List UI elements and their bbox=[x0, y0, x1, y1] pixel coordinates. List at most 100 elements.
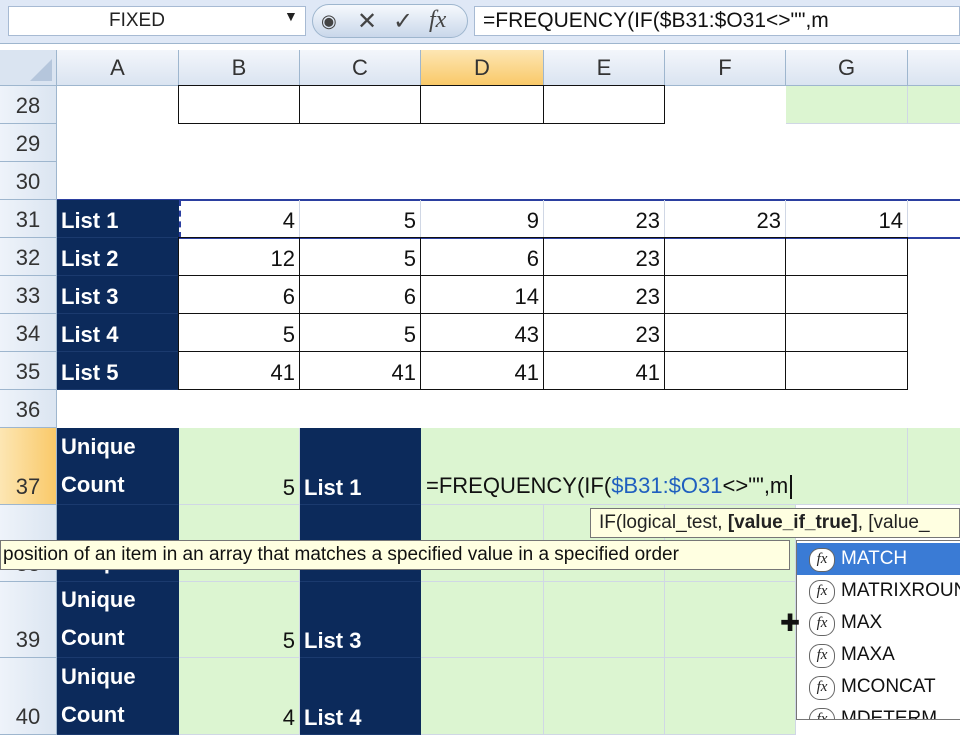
row-header-40[interactable]: 40 bbox=[0, 658, 57, 735]
autocomplete-item[interactable]: fx MDETERM bbox=[797, 703, 960, 719]
unique-count-label[interactable]: Unique Count bbox=[57, 658, 179, 735]
cell-c28[interactable] bbox=[299, 85, 421, 124]
cell-d33[interactable]: 14 bbox=[420, 275, 544, 314]
cell-c37[interactable]: List 1 bbox=[300, 428, 421, 505]
cell-d31[interactable]: 9 bbox=[421, 200, 544, 238]
edit-ref: $B31:$O31 bbox=[611, 473, 723, 498]
row-header-32[interactable]: 32 bbox=[0, 238, 57, 276]
cell-h37[interactable] bbox=[908, 428, 960, 505]
column-header-a[interactable]: A bbox=[57, 50, 179, 86]
cell-e28[interactable] bbox=[543, 85, 665, 124]
list-label-4[interactable]: List 4 bbox=[57, 314, 179, 352]
autocomplete-item[interactable]: fx MATCH bbox=[797, 543, 960, 575]
cell-d28[interactable] bbox=[420, 85, 544, 124]
cell-c34[interactable]: 5 bbox=[299, 313, 421, 352]
cell-c32[interactable]: 5 bbox=[299, 237, 421, 276]
cell-f31[interactable]: 23 bbox=[665, 200, 786, 238]
formula-input[interactable]: =FREQUENCY(IF($B31:$O31<>"",m bbox=[474, 6, 960, 36]
row-header-30[interactable]: 30 bbox=[0, 162, 57, 200]
cell-e40[interactable] bbox=[544, 658, 665, 735]
cell-b37[interactable]: 5 bbox=[179, 428, 300, 505]
cell-c39[interactable]: List 3 bbox=[300, 582, 421, 658]
enter-icon[interactable]: ✓ bbox=[393, 7, 413, 36]
row-header-29[interactable]: 29 bbox=[0, 124, 57, 162]
row-header-31[interactable]: 31 bbox=[0, 200, 57, 238]
cell-b35[interactable]: 41 bbox=[178, 351, 300, 390]
column-header-e[interactable]: E bbox=[544, 50, 665, 86]
column-header-h[interactable] bbox=[908, 50, 960, 86]
cell-b31[interactable]: 4 bbox=[179, 200, 300, 238]
row-header-35[interactable]: 35 bbox=[0, 352, 57, 390]
autocomplete-item[interactable]: fx MCONCAT bbox=[797, 671, 960, 703]
cell-d35[interactable]: 41 bbox=[420, 351, 544, 390]
cell-g31[interactable]: 14 bbox=[786, 200, 908, 238]
insert-function-icon[interactable]: fx bbox=[429, 7, 446, 34]
cell-g32[interactable] bbox=[785, 237, 908, 276]
column-header-d[interactable]: D bbox=[421, 50, 544, 86]
unique-label-line2: Count bbox=[61, 472, 125, 497]
cell-c33[interactable]: 6 bbox=[299, 275, 421, 314]
function-icon: fx bbox=[809, 548, 835, 572]
autocomplete-item[interactable]: fx MAXA bbox=[797, 639, 960, 671]
unique-count-label[interactable]: Unique Count bbox=[57, 582, 179, 658]
argtip-prefix: IF(logical_test, bbox=[599, 512, 728, 533]
cell-g28[interactable] bbox=[786, 86, 908, 124]
list-label-5[interactable]: List 5 bbox=[57, 352, 179, 390]
list-label-2[interactable]: List 2 bbox=[57, 238, 179, 276]
cell-f40[interactable] bbox=[665, 658, 796, 735]
column-header-c[interactable]: C bbox=[300, 50, 421, 86]
cell-edit-text[interactable]: =FREQUENCY(IF($B31:$O31<>"",m bbox=[426, 470, 793, 502]
cancel-icon[interactable]: ✕ bbox=[357, 7, 377, 36]
list-label-1[interactable]: List 1 bbox=[57, 200, 179, 238]
cell-c31[interactable]: 5 bbox=[300, 200, 421, 238]
cell-g34[interactable] bbox=[785, 313, 908, 352]
row-header-37[interactable]: 37 bbox=[0, 428, 57, 505]
cell-e39[interactable] bbox=[544, 582, 665, 658]
argtip-bold: [value_if_true] bbox=[727, 512, 858, 533]
cell-b40[interactable]: 4 bbox=[179, 658, 300, 735]
cell-f34[interactable] bbox=[664, 313, 786, 352]
cell-e32[interactable]: 23 bbox=[543, 237, 665, 276]
chevron-down-icon[interactable]: ▼ bbox=[284, 8, 298, 24]
cell-f32[interactable] bbox=[664, 237, 786, 276]
argument-tooltip: IF(logical_test, [value_if_true], [value… bbox=[590, 508, 960, 538]
row-header-28[interactable]: 28 bbox=[0, 86, 57, 124]
column-header-g[interactable]: G bbox=[786, 50, 908, 86]
autocomplete-label: MATCH bbox=[841, 548, 908, 569]
cell-e33[interactable]: 23 bbox=[543, 275, 665, 314]
autocomplete-item[interactable]: fx MATRIXROUND bbox=[797, 575, 960, 607]
unique-count-label[interactable]: Unique Count bbox=[57, 428, 179, 505]
cell-b32[interactable]: 12 bbox=[178, 237, 300, 276]
cell-b34[interactable]: 5 bbox=[178, 313, 300, 352]
row-header-36[interactable]: 36 bbox=[0, 390, 57, 428]
cell-f33[interactable] bbox=[664, 275, 786, 314]
cell-d39[interactable] bbox=[421, 582, 544, 658]
cell-e31[interactable]: 23 bbox=[544, 200, 665, 238]
row-header-34[interactable]: 34 bbox=[0, 314, 57, 352]
name-box[interactable]: FIXED bbox=[8, 6, 306, 36]
cell-f35[interactable] bbox=[664, 351, 786, 390]
cell-c40[interactable]: List 4 bbox=[300, 658, 421, 735]
cell-c35[interactable]: 41 bbox=[299, 351, 421, 390]
column-header-f[interactable]: F bbox=[665, 50, 786, 86]
cell-d40[interactable] bbox=[421, 658, 544, 735]
function-icon: fx bbox=[809, 708, 835, 719]
list-label-3[interactable]: List 3 bbox=[57, 276, 179, 314]
row-header-33[interactable]: 33 bbox=[0, 276, 57, 314]
select-all-corner[interactable] bbox=[0, 50, 57, 86]
cell-g33[interactable] bbox=[785, 275, 908, 314]
cell-f39[interactable] bbox=[665, 582, 796, 658]
cell-h28[interactable] bbox=[908, 86, 960, 124]
cell-g35[interactable] bbox=[785, 351, 908, 390]
row-header-39[interactable]: 39 bbox=[0, 582, 57, 658]
cell-d34[interactable]: 43 bbox=[420, 313, 544, 352]
column-header-b[interactable]: B bbox=[179, 50, 300, 86]
cell-b39[interactable]: 5 bbox=[179, 582, 300, 658]
autocomplete-item[interactable]: fx MAX bbox=[797, 607, 960, 639]
cell-b28[interactable] bbox=[178, 85, 300, 124]
cell-e34[interactable]: 23 bbox=[543, 313, 665, 352]
cell-b33[interactable]: 6 bbox=[178, 275, 300, 314]
cell-d32[interactable]: 6 bbox=[420, 237, 544, 276]
function-autocomplete-list[interactable]: fx MATCH fx MATRIXROUND fx MAX fx MAXA fx MCO… bbox=[796, 540, 960, 720]
cell-e35[interactable]: 41 bbox=[543, 351, 665, 390]
